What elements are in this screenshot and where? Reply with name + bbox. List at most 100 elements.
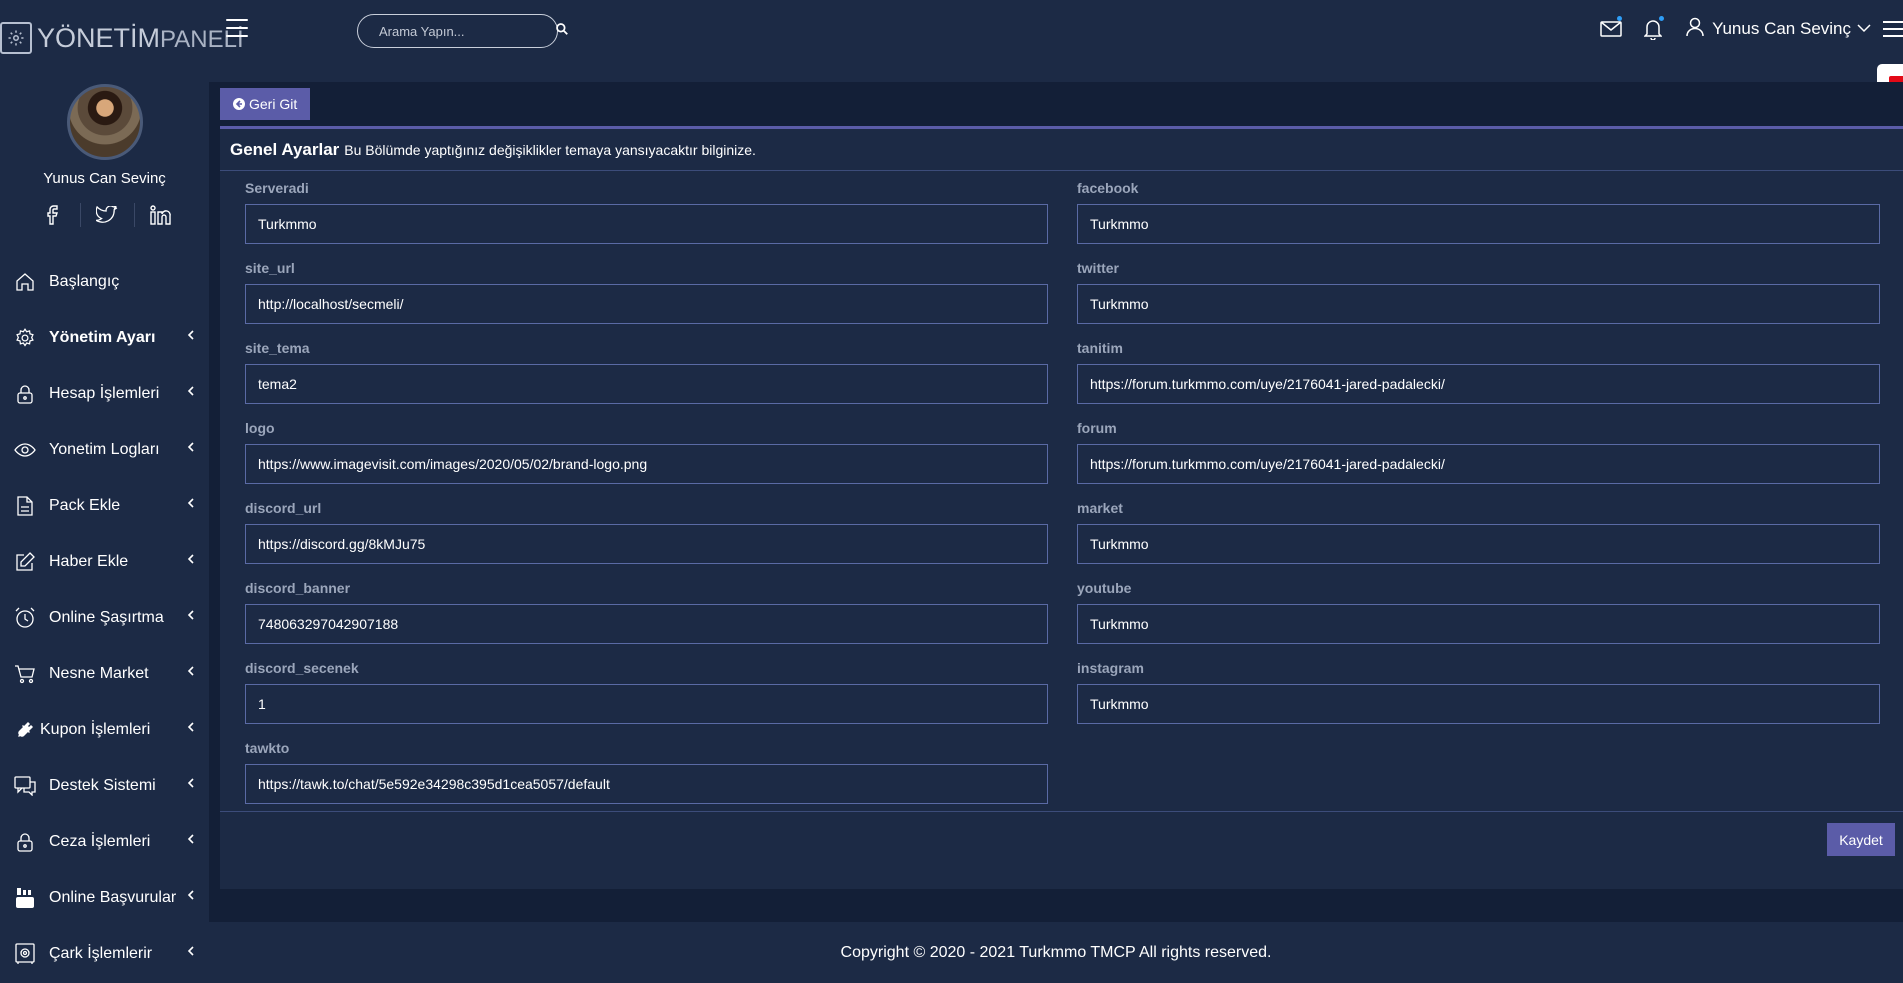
back-button[interactable]: Geri Git [220,88,311,120]
twitter-input[interactable] [1077,284,1880,324]
avatar[interactable] [67,84,143,160]
field-label: tanitim [1077,340,1123,356]
field-serveradi: Serveradi [245,172,1048,252]
bell-icon[interactable] [1640,16,1666,42]
eye-icon [14,439,36,461]
field-label: twitter [1077,260,1119,276]
sidebar-item-pack-ekle[interactable]: Pack Ekle [0,478,209,534]
discord-banner-input[interactable] [245,604,1048,644]
mail-icon[interactable] [1598,16,1624,42]
youtube-icon [14,887,36,909]
site-url-input[interactable] [245,284,1048,324]
brand-logo[interactable]: YÖNETİMPANELİ [0,22,244,54]
tawkto-input[interactable] [245,764,1048,804]
top-bar: YÖNETİMPANELİ Yunus Can Sevinç [0,0,1903,64]
field-label: instagram [1077,660,1144,676]
tanitim-input[interactable] [1077,364,1880,404]
arrow-left-circle-icon [233,98,245,110]
sidebar-item-label: Yonetim Logları [49,441,160,458]
sidebar-item-label: Başlangıç [49,273,120,290]
sidebar-item-kupon-islemleri[interactable]: Kupon İşlemleri [0,702,209,758]
sidebar-item-label: Kupon İşlemleri [40,721,151,738]
sidebar-item-label: Yönetim Ayarı [49,329,156,346]
search-input[interactable] [379,23,555,39]
right-column: facebook twitter tanitim forum market [1077,172,1880,732]
chevron-left-icon [187,946,194,956]
field-label: discord_secenek [245,660,359,676]
facebook-input[interactable] [1077,204,1880,244]
field-label: logo [245,420,275,436]
sidebar-toggle-icon[interactable] [226,19,248,37]
search-box [357,14,568,48]
right-menu-icon[interactable] [1883,21,1903,37]
field-market: market [1077,492,1880,572]
sidebar-item-label: Pack Ekle [49,497,121,514]
sidebar-item-label: Online Şaşırtma [49,609,164,626]
field-label: site_url [245,260,295,276]
field-forum: forum [1077,412,1880,492]
linkedin-icon[interactable] [146,201,176,229]
profile-name: Yunus Can Sevinç [43,170,166,187]
logo-input[interactable] [245,444,1048,484]
user-menu[interactable]: Yunus Can Sevinç [1686,17,1871,42]
instagram-input[interactable] [1077,684,1880,724]
logo-text: YÖNETİMPANELİ [37,23,244,54]
field-site-tema: site_tema [245,332,1048,412]
field-label: site_tema [245,340,310,356]
card-description: Bu Bölümde yaptığınız değişiklikler tema… [344,141,756,158]
field-logo: logo [245,412,1048,492]
card-title: Genel Ayarlar [230,139,340,159]
chevron-left-icon [187,666,194,676]
alarm-icon [14,607,36,629]
sidebar-item-label: Çark İşlemlerir [49,945,153,962]
sidebar-item-yonetim-ayari[interactable]: Yönetim Ayarı [0,310,209,366]
field-facebook: facebook [1077,172,1880,252]
field-label: tawkto [245,740,290,756]
search-icon[interactable] [555,22,569,41]
file-icon [14,495,36,517]
field-label: youtube [1077,580,1132,596]
chat-icon [14,775,36,797]
sidebar-item-label: Ceza İşlemleri [49,833,151,850]
youtube-input[interactable] [1077,604,1880,644]
sidebar-item-cark-islemleri[interactable]: Çark İşlemlerir [0,926,209,982]
field-discord-banner: discord_banner [245,572,1048,652]
save-button[interactable]: Kaydet [1827,823,1895,856]
field-label: market [1077,500,1123,516]
market-input[interactable] [1077,524,1880,564]
logo-gear-icon [0,22,32,54]
field-discord-secenek: discord_secenek [245,652,1048,732]
facebook-icon[interactable] [38,201,68,229]
bell-notification-dot [1659,16,1665,21]
serveradi-input[interactable] [245,204,1048,244]
forum-input[interactable] [1077,444,1880,484]
sidebar-item-hesap-islemleri[interactable]: Hesap İşlemleri [0,366,209,422]
lock-icon [14,383,36,405]
sidebar-item-online-basvurular[interactable]: Online Başvurular [0,870,209,926]
chevron-left-icon [187,330,194,340]
field-label: forum [1077,420,1117,436]
edit-icon [14,551,36,573]
discord-url-input[interactable] [245,524,1048,564]
sidebar-item-ceza-islemleri[interactable]: Ceza İşlemleri [0,814,209,870]
chevron-left-icon [187,722,194,732]
chevron-left-icon [187,554,194,564]
site-tema-input[interactable] [245,364,1048,404]
discord-secenek-input[interactable] [245,684,1048,724]
sidebar-item-baslangic[interactable]: Başlangıç [0,254,209,310]
back-button-label: Geri Git [249,96,298,112]
logo-text-bold: YÖNETİM [37,22,161,53]
card-footer: Kaydet [220,811,1903,889]
sidebar-item-label: Nesne Market [49,665,149,682]
social-divider [79,203,81,227]
field-site-url: site_url [245,252,1048,332]
sidebar-item-destek-sistemi[interactable]: Destek Sistemi [0,758,209,814]
twitter-icon[interactable] [92,201,122,229]
social-links [38,201,176,229]
field-twitter: twitter [1077,252,1880,332]
sidebar-item-online-sasirtma[interactable]: Online Şaşırtma [0,590,209,646]
sidebar-item-nesne-market[interactable]: Nesne Market [0,646,209,702]
sidebar-item-haber-ekle[interactable]: Haber Ekle [0,534,209,590]
chevron-down-icon [1857,20,1871,38]
sidebar-item-yonetim-loglari[interactable]: Yonetim Logları [0,422,209,478]
